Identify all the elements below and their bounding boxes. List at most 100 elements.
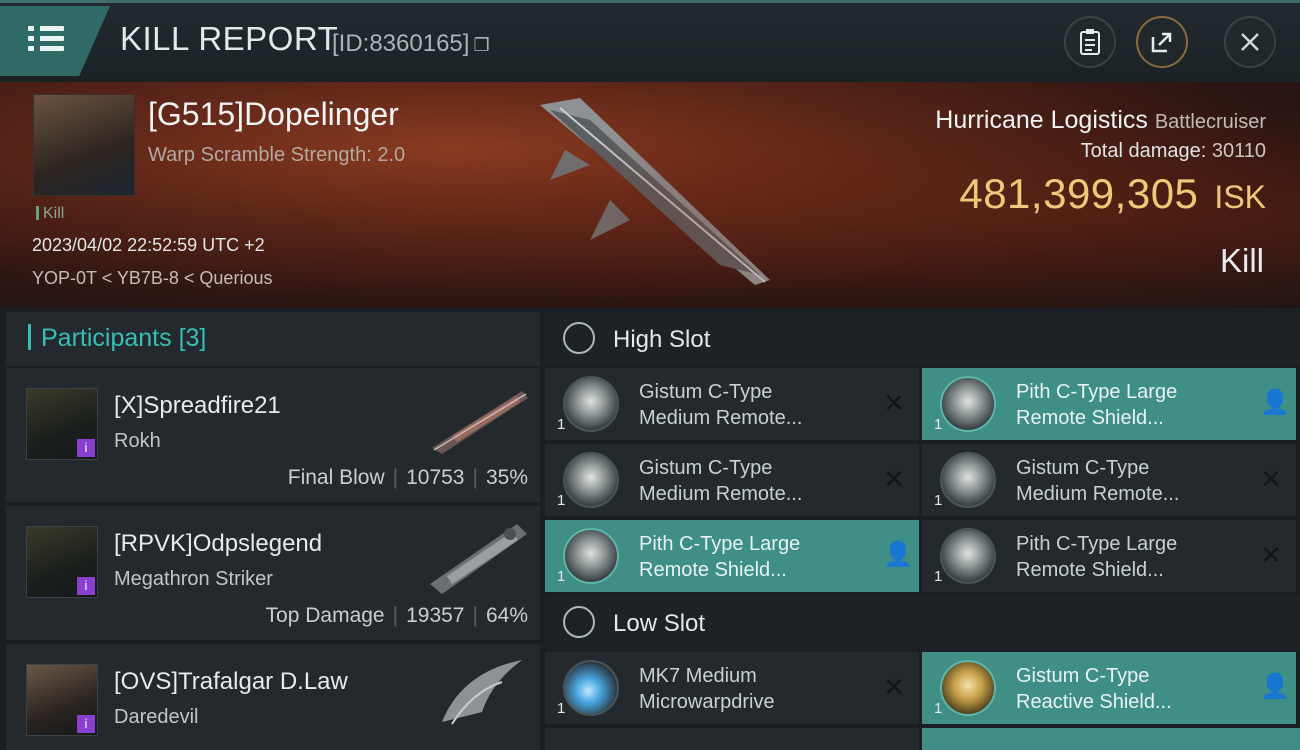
participant-ship-image — [442, 660, 522, 725]
participants-tab-bar — [28, 324, 31, 350]
module-name-line1: Pith C-Type Large — [1016, 533, 1178, 555]
kill-location[interactable]: YOP-0T < YB7B-8 < Querious — [32, 268, 272, 289]
module-item[interactable]: 1 Gistum C-Type Medium Remote... ✕ — [545, 444, 919, 516]
module-name: Gistum C-Type Medium Remote... — [1016, 455, 1236, 507]
participant-avatar[interactable]: i — [26, 388, 98, 460]
page-title: KILL REPORT — [120, 20, 339, 57]
isk-unit: ISK — [1214, 179, 1266, 215]
stat-separator: | — [472, 466, 478, 489]
stat-label: Final Blow — [287, 466, 385, 489]
module-name-line1: MK7 Medium — [639, 665, 757, 687]
close-icon — [1241, 33, 1259, 51]
report-id[interactable]: [ID:8360165] ❐ — [332, 30, 490, 58]
menu-icon-line — [28, 46, 64, 51]
module-name-line1: Gistum C-Type — [639, 457, 773, 479]
module-item[interactable]: 1 Pith C-Type Large Remote Shield... ✕ — [922, 520, 1296, 592]
stat-percent: 35% — [485, 466, 528, 489]
module-qty: 1 — [557, 416, 566, 433]
participant-name: [RPVK]Odpslegend — [114, 530, 323, 557]
warp-scramble-strength: Warp Scramble Strength: 2.0 — [148, 144, 406, 166]
module-qty: 1 — [557, 568, 566, 585]
participant-ship: Daredevil — [114, 706, 199, 728]
participants-title: Participants — [41, 324, 172, 352]
clipboard-button[interactable] — [1064, 16, 1116, 68]
clipboard-icon — [1080, 29, 1100, 55]
destroyed-icon: ✕ — [883, 672, 905, 702]
victim-ship-class: Battlecruiser — [1154, 111, 1266, 133]
module-name-line2: Medium Remote... — [639, 483, 803, 505]
remote-shield-module-icon — [563, 452, 619, 508]
stat-separator: | — [392, 466, 399, 489]
kill-tag-text: Kill — [43, 205, 65, 222]
module-item[interactable]: 1 Pith C-Type Large Remote Shield... 👤 — [545, 520, 919, 592]
participant-ship-image — [432, 391, 528, 454]
module-item[interactable]: 1 Pith C-Type Large Remote Shield... 👤 — [922, 368, 1296, 440]
module-name-line1: Gistum C-Type — [1016, 665, 1150, 687]
destroyed-icon: ✕ — [883, 388, 905, 418]
participant-ship: Rokh — [114, 430, 161, 452]
module-qty: 1 — [934, 700, 943, 717]
stat-damage: 19357 — [406, 604, 465, 627]
stat-label: Top Damage — [265, 604, 385, 627]
module-name-line2: Remote Shield... — [1016, 559, 1164, 581]
module-name: MK7 Medium Microwarpdrive — [639, 663, 859, 715]
stat-damage: 10753 — [406, 466, 465, 489]
module-item[interactable]: 1 Gistum C-Type Medium Remote... ✕ — [545, 368, 919, 440]
dropped-user-icon: 👤 — [1260, 389, 1290, 416]
module-name: Gistum C-Type Medium Remote... — [639, 379, 859, 431]
module-name: Pith C-Type Large Remote Shield... — [1016, 531, 1236, 583]
report-id-text: [ID:8360165] — [332, 30, 470, 57]
destroyed-icon: ✕ — [883, 464, 905, 494]
module-qty: 1 — [934, 568, 943, 585]
remote-shield-module-icon — [940, 376, 996, 432]
participant-row[interactable]: i [RPVK]Odpslegend Megathron Striker Top… — [6, 506, 540, 641]
participant-avatar[interactable]: i — [26, 526, 98, 598]
victim-ship: Hurricane Logistics Battlecruiser — [935, 106, 1266, 135]
victim-ship-image — [540, 98, 770, 285]
module-qty: 1 — [557, 492, 566, 509]
remote-shield-module-icon — [940, 452, 996, 508]
module-item[interactable]: 1 Gistum C-Type Reactive Shield... 👤 — [922, 652, 1296, 724]
module-item[interactable]: 1 MK7 Medium Microwarpdrive ✕ — [545, 652, 919, 724]
menu-icon-line — [28, 36, 64, 41]
copy-icon[interactable]: ❐ — [473, 35, 489, 55]
total-damage: Total damage: 30110 — [1081, 140, 1266, 163]
module-qty: 1 — [557, 700, 566, 717]
module-item[interactable]: 1 Gistum C-Type Medium Remote... ✕ — [922, 444, 1296, 516]
share-button[interactable] — [1136, 16, 1188, 68]
reactive-shield-module-icon — [940, 660, 996, 716]
microwarpdrive-icon — [563, 660, 619, 716]
participant-name: [X]Spreadfire21 — [114, 392, 281, 419]
participants-tab[interactable]: Participants [3] — [28, 324, 206, 353]
participant-row[interactable]: i [X]Spreadfire21 Rokh Final Blow | 10753 |… — [6, 368, 540, 503]
module-name-line1: Gistum C-Type — [639, 381, 773, 403]
module-name-line2: Remote Shield... — [639, 559, 787, 581]
high-slot-title: High Slot — [613, 326, 711, 353]
participant-row[interactable]: i [OVS]Trafalgar D.Law Daredevil — [6, 644, 540, 750]
module-qty: 1 — [934, 416, 943, 433]
participants-count: [3] — [178, 324, 207, 352]
stat-percent: 64% — [485, 604, 528, 627]
info-badge-icon: i — [77, 439, 95, 457]
victim-avatar[interactable] — [33, 94, 135, 196]
kill-tag: Kill — [36, 205, 64, 223]
module-name-line2: Remote Shield... — [1016, 407, 1164, 429]
module-name: Pith C-Type Large Remote Shield... — [639, 531, 859, 583]
destroyed-icon: ✕ — [1260, 540, 1282, 570]
module-item-partial — [922, 728, 1300, 750]
participant-avatar[interactable]: i — [26, 664, 98, 736]
module-name: Pith C-Type Large Remote Shield... — [1016, 379, 1236, 431]
participant-ship: Megathron Striker — [114, 568, 273, 590]
stat-separator: | — [392, 604, 399, 627]
close-button[interactable] — [1224, 16, 1276, 68]
total-damage-label: Total damage: — [1080, 140, 1207, 162]
module-name: Gistum C-Type Reactive Shield... — [1016, 663, 1236, 715]
kill-tag-bar — [36, 206, 39, 220]
high-slot-header: High Slot — [545, 312, 1300, 366]
destroyed-icon: ✕ — [1260, 464, 1282, 494]
module-name-line1: Pith C-Type Large — [639, 533, 801, 555]
low-slot-title: Low Slot — [613, 610, 706, 637]
victim-name[interactable]: [G515]Dopelinger — [148, 96, 399, 133]
module-name-line2: Microwarpdrive — [639, 691, 775, 713]
remote-shield-module-icon — [940, 528, 996, 584]
